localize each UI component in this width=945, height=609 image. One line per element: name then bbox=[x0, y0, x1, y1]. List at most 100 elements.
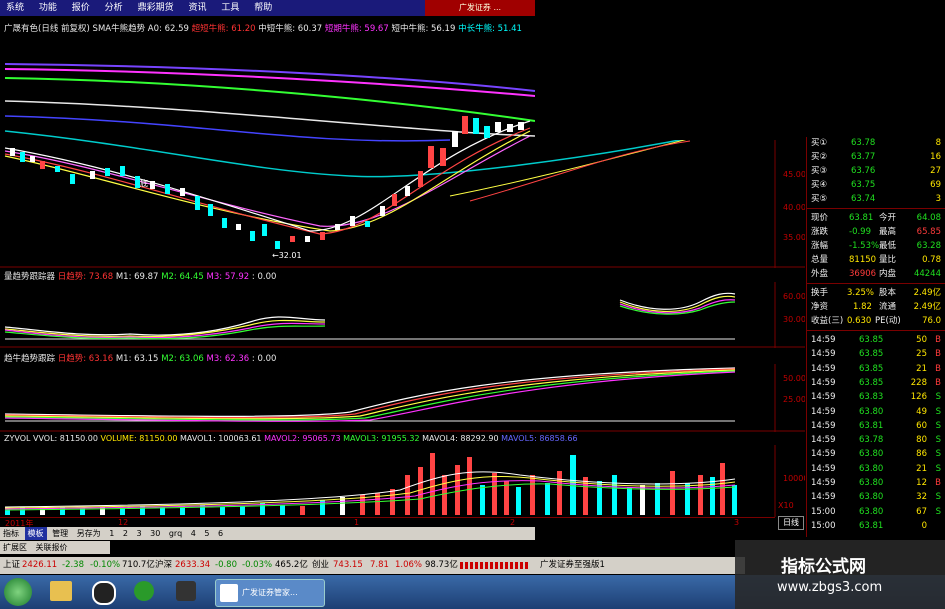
time-tick-2: 2 bbox=[510, 518, 516, 527]
legend-mid-long: 中长牛熊: 51.41 bbox=[458, 24, 522, 34]
stat-row: 涨幅 -1.53% 最低 63.28 bbox=[811, 241, 941, 251]
panel4-mavol5: MAVOL5: 86858.66 bbox=[501, 434, 578, 443]
divider bbox=[807, 330, 945, 331]
tick-row: 15:00 63.80 67 S bbox=[811, 506, 941, 517]
tab-related-quote[interactable]: 关联报价 bbox=[33, 541, 71, 554]
tick-row: 14:59 63.78 80 S bbox=[811, 435, 941, 446]
bid-row[interactable]: 买③ 63.76 27 bbox=[807, 165, 945, 179]
panel2-tick-60: 60.00 bbox=[783, 292, 805, 301]
stat-row: 涨跌 -0.99 最高 65.85 bbox=[811, 227, 941, 237]
watermark: 指标公式网 www.zbgs3.com bbox=[735, 540, 945, 609]
bid-row[interactable]: 买⑤ 63.74 3 bbox=[807, 193, 945, 207]
bid-row[interactable]: 买④ 63.75 69 bbox=[807, 179, 945, 193]
legend-stock: 广晟有色(日线 前复权) bbox=[4, 24, 90, 34]
tab-template[interactable]: 模板 bbox=[24, 527, 47, 540]
period-button[interactable]: 日线 bbox=[778, 516, 804, 530]
panel3-title: 趋牛趋势跟踪 bbox=[4, 354, 56, 364]
panel3-zero: : 0.00 bbox=[251, 354, 277, 364]
bid-row[interactable]: 买① 63.78 8 bbox=[807, 137, 945, 151]
start-button[interactable] bbox=[4, 578, 32, 606]
legend-sma: SMA牛熊趋势 A0: 62.59 bbox=[92, 24, 189, 34]
y-tick-45: 45.00 bbox=[783, 170, 805, 179]
legend-short: 短期牛熊: 59.67 bbox=[324, 24, 389, 34]
sz-percent: -0.03% bbox=[242, 560, 273, 570]
y-tick-40: 40.00 bbox=[783, 203, 805, 212]
panel2-daily: 日趋势: 73.68 bbox=[57, 272, 114, 282]
ma-line-8 bbox=[4, 130, 531, 232]
stat-row: 收益(三) 0.630 PE(动) 76.0 bbox=[811, 316, 941, 326]
browser-icon[interactable] bbox=[134, 581, 154, 601]
panel4-mavol2: MAVOL2: 95065.73 bbox=[264, 434, 341, 443]
tab-save-as[interactable]: 另存为 bbox=[74, 527, 104, 540]
menu-item-info[interactable]: 资讯 bbox=[182, 0, 212, 16]
panel3-tick-25: 25.00 bbox=[783, 395, 805, 404]
panel3-m1: M1: 63.15 bbox=[115, 354, 159, 364]
menu-item-function[interactable]: 功能 bbox=[33, 0, 63, 16]
menu-item-system[interactable]: 系统 bbox=[0, 0, 30, 16]
tab-4[interactable]: 4 bbox=[188, 527, 199, 540]
bull-trend-panel: 50.00 25.00 bbox=[0, 364, 805, 432]
extension-tab-bar: 扩展区 关联报价 bbox=[0, 541, 110, 554]
menu-item-analysis[interactable]: 分析 bbox=[99, 0, 129, 16]
panel2-m3: M3: 57.92 bbox=[206, 272, 250, 282]
panel2-zero: : 0.00 bbox=[251, 272, 277, 282]
tab-3[interactable]: 3 bbox=[133, 527, 144, 540]
tick-row: 14:59 63.80 21 S bbox=[811, 463, 941, 474]
cy-value: 743.15 bbox=[333, 560, 363, 570]
low-price-label: ←32.01 bbox=[272, 251, 302, 260]
panel3-legend: 趋牛趋势跟踪 日趋势: 63.16 M1: 63.15 M2: 63.06 M3… bbox=[4, 352, 276, 364]
broker-app-icon bbox=[220, 584, 238, 602]
ma-line-4 bbox=[4, 100, 536, 137]
watermark-title: 指标公式网 bbox=[781, 557, 866, 577]
watermark-url: www.zbgs3.com bbox=[777, 580, 883, 595]
tick-row: 15:00 63.81 0 bbox=[811, 520, 927, 531]
panel4-mavol4: MAVOL4: 88292.90 bbox=[422, 434, 499, 443]
panel4-mavol1: MAVOL1: 100063.61 bbox=[179, 434, 262, 443]
tick-row: 14:59 63.80 12 B bbox=[811, 478, 941, 488]
tab-5[interactable]: 5 bbox=[201, 527, 212, 540]
menu-item-help[interactable]: 帮助 bbox=[248, 0, 278, 16]
time-tick-3: 3 bbox=[734, 518, 740, 527]
tick-row: 14:59 63.81 60 S bbox=[811, 420, 941, 431]
tick-row: 14:59 63.80 49 S bbox=[811, 406, 941, 417]
panel4-mavol3: MAVOL3: 91955.32 bbox=[343, 434, 420, 443]
qq-icon[interactable] bbox=[92, 581, 116, 605]
volume-panel: 10000 X10 bbox=[4, 445, 805, 517]
tab-1[interactable]: 1 bbox=[106, 527, 117, 540]
tab-30[interactable]: 30 bbox=[147, 527, 163, 540]
tick-row: 14:59 63.85 228 B bbox=[811, 377, 941, 388]
panel4-vvol: ZYVOL VVOL: 81150.00 bbox=[4, 434, 98, 443]
tab-extension[interactable]: 扩展区 bbox=[0, 541, 30, 554]
cy-amount: 98.73亿 bbox=[425, 560, 458, 570]
menu-item-futures[interactable]: 鼎彩期货 bbox=[132, 0, 180, 16]
tab-6[interactable]: 6 bbox=[215, 527, 226, 540]
taskbar-app-label: 广发证券管家... bbox=[242, 588, 298, 597]
panel2-title: 量趋势跟踪器 bbox=[4, 272, 56, 282]
panel3-m2: M2: 63.06 bbox=[161, 354, 204, 364]
menu-item-quote[interactable]: 报价 bbox=[66, 0, 96, 16]
tab-grq[interactable]: grq bbox=[166, 527, 185, 540]
bid-row[interactable]: 买② 63.77 16 bbox=[807, 151, 945, 165]
breadth-indicator bbox=[460, 562, 530, 569]
cy-change: 7.81 bbox=[370, 560, 389, 570]
quote-panel: 买① 63.78 8 买② 63.77 16 买③ 63.76 27 买④ 63… bbox=[806, 137, 945, 537]
stat-row: 外盘 36906 内盘 44244 bbox=[811, 269, 941, 279]
ma-line-11 bbox=[449, 135, 701, 197]
app-icon[interactable] bbox=[176, 581, 196, 601]
tick-row: 14:59 63.85 25 B bbox=[811, 349, 941, 360]
sz-label: 沪深 bbox=[155, 560, 173, 570]
panel4-tick-x10: X10 bbox=[778, 501, 794, 510]
menu-item-tools[interactable]: 工具 bbox=[215, 0, 245, 16]
tab-indicator[interactable]: 指标 bbox=[0, 527, 22, 540]
sz-change: -0.80 bbox=[215, 560, 237, 570]
tab-manage[interactable]: 管理 bbox=[49, 527, 71, 540]
time-tick-12: 12 bbox=[118, 518, 129, 527]
panel3-daily: 日趋势: 63.16 bbox=[57, 354, 114, 364]
bottom-marker: 底 bbox=[140, 178, 148, 188]
screen-blackout bbox=[535, 0, 945, 140]
tab-2[interactable]: 2 bbox=[120, 527, 131, 540]
folder-icon[interactable] bbox=[50, 581, 72, 601]
taskbar-app-button[interactable]: 广发证券管家... bbox=[215, 579, 325, 607]
time-tick-1: 1 bbox=[354, 518, 360, 527]
panel3-tick-50: 50.00 bbox=[783, 374, 805, 383]
